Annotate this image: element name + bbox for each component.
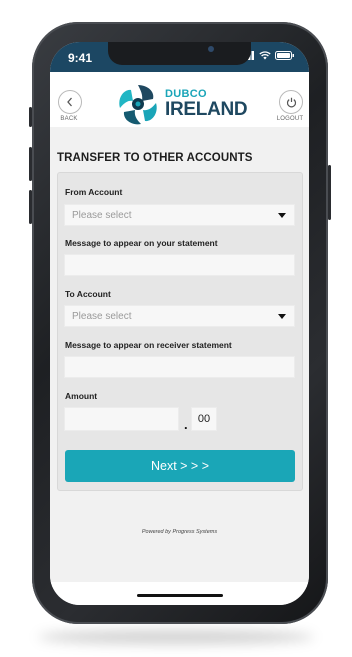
logout-label: LOGOUT [276, 116, 304, 122]
volume-down-button [29, 190, 32, 224]
receiver-message-input[interactable] [64, 356, 295, 378]
silent-switch [29, 107, 32, 127]
logo-bottom-text: IRELAND [165, 99, 248, 120]
from-account-label: From Account [65, 187, 123, 197]
home-indicator[interactable] [137, 594, 223, 597]
phone-screen: 9:41 BACK DUBCO IRELAND LOGOUT TRANSFER … [50, 42, 309, 605]
brand-wordmark: DUBCO IRELAND [165, 89, 248, 120]
power-icon [286, 97, 296, 107]
from-account-select[interactable]: Please select [64, 204, 295, 226]
chevron-down-icon [278, 314, 286, 319]
from-account-value: Please select [72, 210, 132, 221]
app-header: BACK DUBCO IRELAND LOGOUT [50, 72, 309, 127]
battery-icon [275, 51, 294, 60]
chevron-left-icon [67, 97, 72, 107]
back-button[interactable] [58, 90, 82, 114]
wifi-icon [259, 51, 271, 60]
brand-logo: DUBCO IRELAND [115, 82, 248, 126]
volume-up-button [29, 147, 32, 181]
receiver-message-label: Message to appear on receiver statement [65, 340, 232, 350]
next-button[interactable]: Next > > > [65, 450, 295, 482]
phone-shadow [38, 630, 314, 644]
statement-message-label: Message to appear on your statement [65, 238, 218, 248]
to-account-value: Please select [72, 311, 132, 322]
page-title: TRANSFER TO OTHER ACCOUNTS [57, 152, 253, 164]
amount-whole-input[interactable] [64, 407, 179, 431]
amount-label: Amount [65, 391, 98, 401]
back-label: BACK [60, 116, 78, 122]
to-account-select[interactable]: Please select [64, 305, 295, 327]
statement-message-input[interactable] [64, 254, 295, 276]
status-time: 9:41 [68, 51, 93, 65]
notch [108, 42, 251, 65]
power-button [328, 165, 331, 220]
amount-decimal-separator: . [184, 417, 188, 432]
chevron-down-icon [278, 213, 286, 218]
to-account-label: To Account [65, 289, 111, 299]
logout-button[interactable] [279, 90, 303, 114]
transfer-form: From Account Please select Message to ap… [57, 172, 303, 491]
front-camera [208, 46, 214, 52]
dubco-logo-icon [119, 85, 157, 125]
amount-cents-input[interactable]: 00 [191, 407, 217, 431]
main-content: TRANSFER TO OTHER ACCOUNTS From Account … [50, 127, 309, 587]
powered-by-text: Powered by Progress Systems [141, 529, 218, 535]
